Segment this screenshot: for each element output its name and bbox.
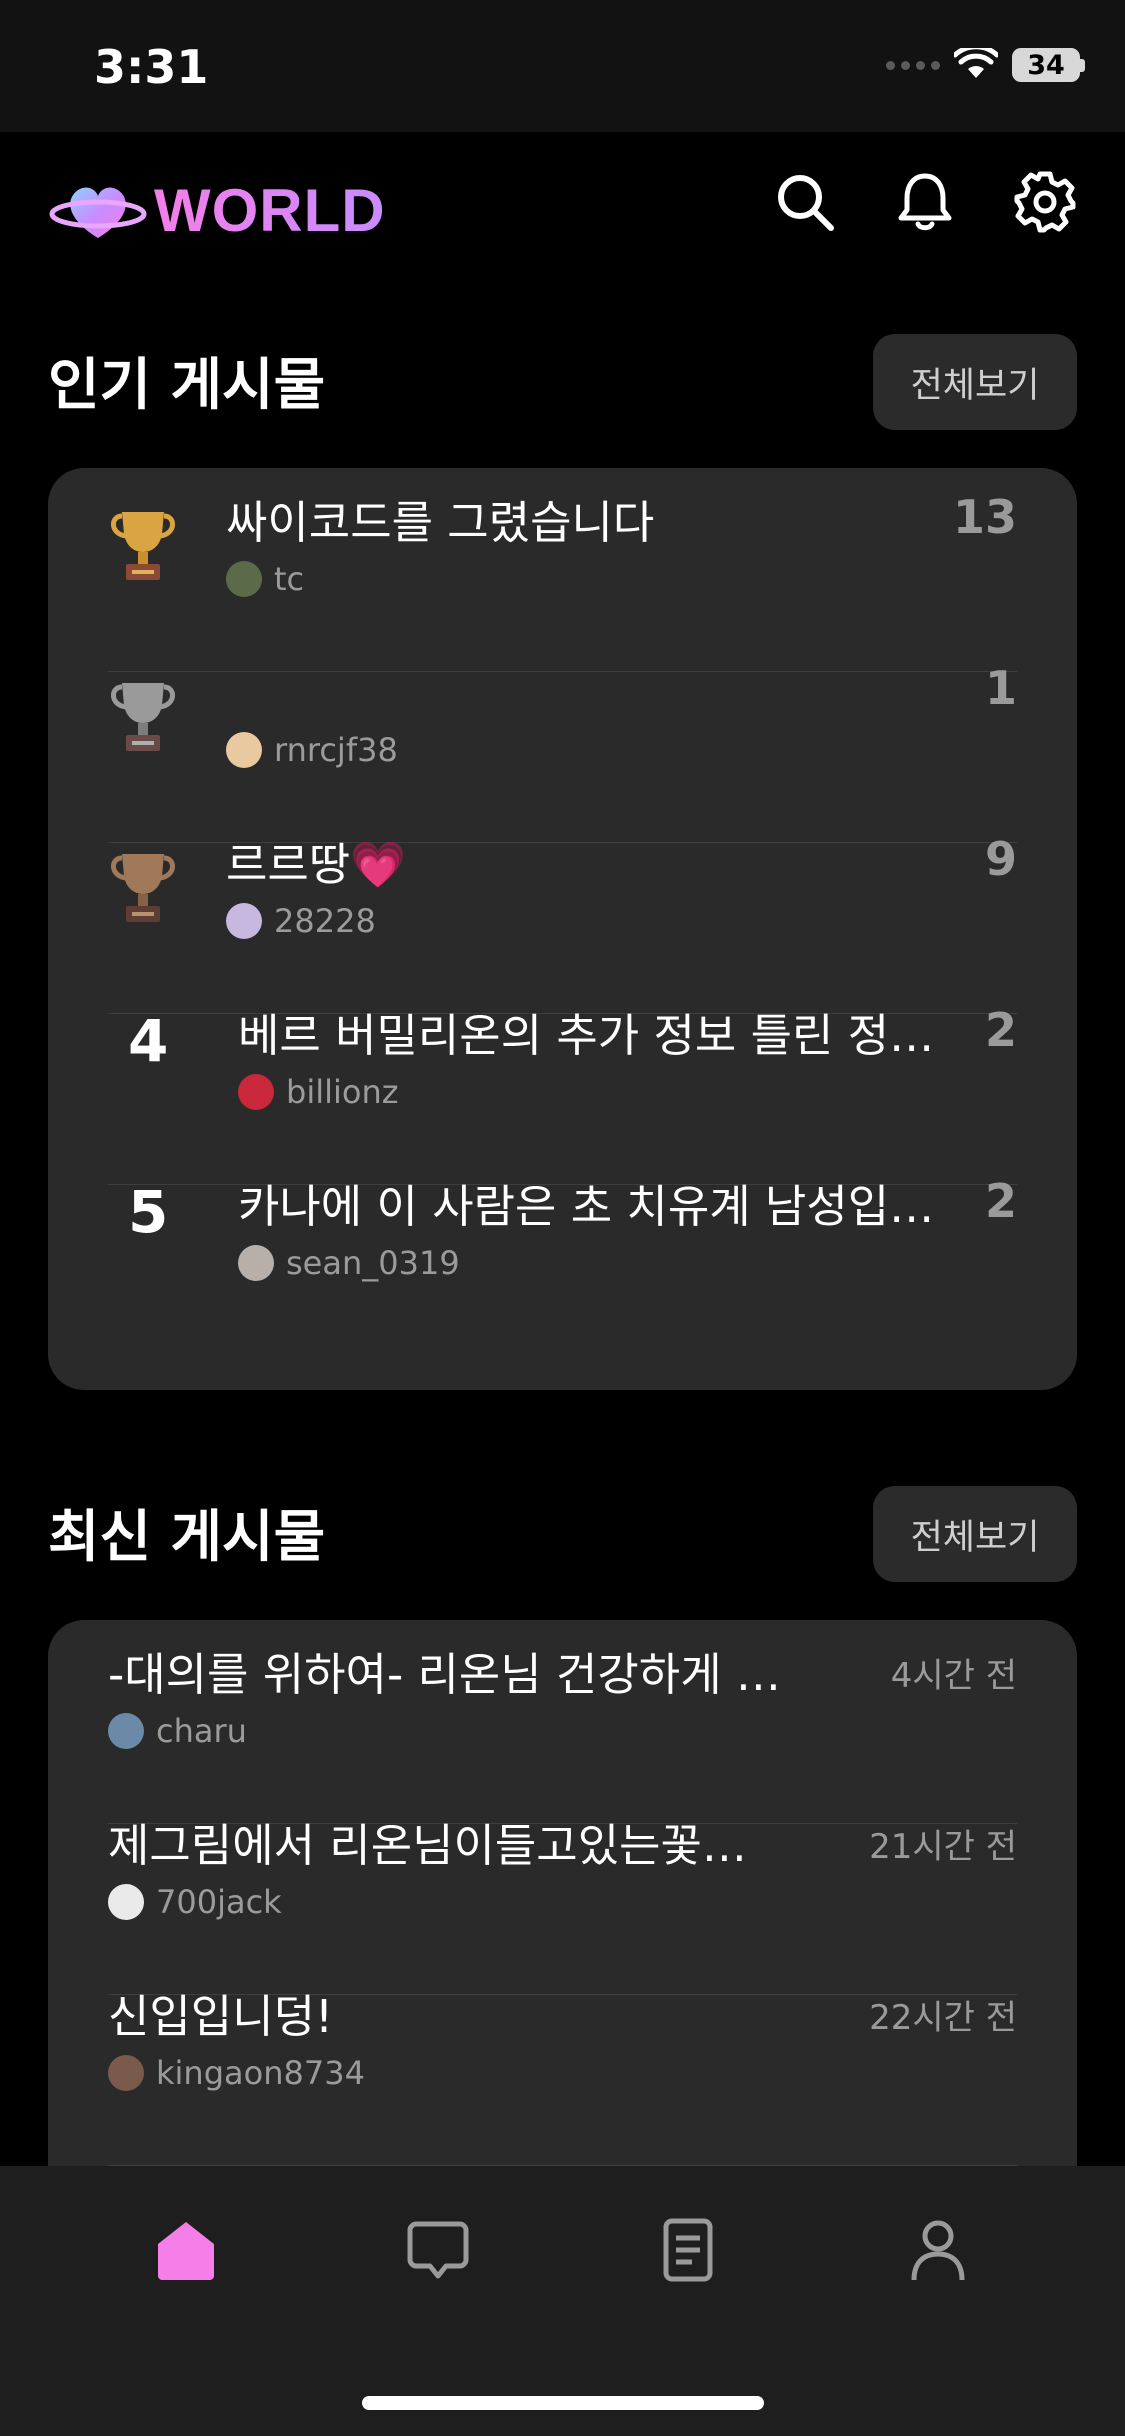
rank-number: 5 — [128, 1178, 169, 1246]
recent-section-title: 최신 게시물 — [48, 1505, 326, 1570]
silver-trophy-icon — [111, 683, 175, 751]
chat-icon[interactable] — [406, 2218, 470, 2282]
post-time: 4시간 전 — [890, 1656, 1017, 1696]
author-name: sean_0319 — [286, 1244, 460, 1282]
post-count: 2 — [984, 1174, 1017, 1228]
post-title: 제그림에서 리온님이들고있는꽃… — [108, 1819, 747, 1872]
bell-icon[interactable] — [893, 170, 957, 234]
avatar — [226, 732, 262, 768]
author-name: 700jack — [156, 1883, 282, 1921]
author-name: tc — [274, 560, 305, 598]
popular-post-row[interactable]: rnrcjf38 1 — [108, 639, 1017, 810]
post-count: 13 — [952, 490, 1017, 544]
profile-icon[interactable] — [906, 2218, 970, 2282]
bronze-trophy-icon — [111, 854, 175, 922]
gear-icon[interactable] — [1013, 170, 1077, 234]
home-indicator — [362, 2396, 764, 2410]
recent-see-all-button[interactable]: 전체보기 — [873, 1486, 1077, 1582]
post-count: 2 — [984, 1003, 1017, 1057]
battery-indicator: 34 — [1012, 48, 1080, 82]
popular-posts-card: 싸이코드를 그렸습니다 tc 13 rnrcjf38 1 르르땅💗 28228 … — [48, 468, 1077, 1390]
post-count: 9 — [984, 832, 1017, 886]
planet-heart-icon — [49, 187, 147, 238]
post-title: 베르 버밀리온의 추가 정보 틀린 정… — [238, 1009, 935, 1062]
wifi-icon — [954, 48, 998, 78]
popular-section-title: 인기 게시물 — [48, 353, 326, 418]
gold-trophy-icon — [111, 512, 175, 580]
post-author: billionz — [238, 1073, 399, 1111]
popular-post-row[interactable]: 싸이코드를 그렸습니다 tc 13 — [108, 468, 1017, 639]
author-name: kingaon8734 — [156, 2054, 365, 2092]
status-indicators: 34 — [886, 48, 1085, 82]
post-title: 카나에 이 사람은 초 치유계 남성입… — [238, 1180, 935, 1233]
post-author: rnrcjf38 — [226, 731, 398, 769]
post-author: charu — [108, 1712, 247, 1750]
post-title: -대의를 위하여- 리온님 건강하게 … — [108, 1648, 781, 1701]
battery-tip — [1080, 58, 1085, 72]
author-name: charu — [156, 1712, 247, 1750]
post-author: tc — [226, 560, 304, 598]
status-time: 3:31 — [94, 40, 209, 94]
post-author: kingaon8734 — [108, 2054, 365, 2092]
post-author: 700jack — [108, 1883, 282, 1921]
popular-post-row[interactable]: 르르땅💗 28228 9 — [108, 810, 1017, 981]
logo-text: WORLD — [154, 176, 386, 244]
author-name: billionz — [286, 1073, 399, 1111]
post-author: sean_0319 — [238, 1244, 460, 1282]
avatar — [226, 561, 262, 597]
post-count: 1 — [984, 661, 1017, 715]
author-name: 28228 — [274, 902, 376, 940]
post-title: 신입입니덩! — [108, 1990, 334, 2043]
author-name: rnrcjf38 — [274, 731, 398, 769]
recent-post-row[interactable]: -대의를 위하여- 리온님 건강하게 … charu 4시간 전 — [108, 1620, 1017, 1791]
recent-post-row[interactable]: 신입입니덩! kingaon8734 22시간 전 — [108, 1962, 1017, 2133]
avatar — [108, 1713, 144, 1749]
post-title: 싸이코드를 그렸습니다 — [226, 496, 655, 549]
home-icon[interactable] — [154, 2218, 218, 2282]
avatar — [108, 1884, 144, 1920]
post-time: 21시간 전 — [869, 1827, 1017, 1867]
avatar — [226, 903, 262, 939]
popular-see-all-button[interactable]: 전체보기 — [873, 334, 1077, 430]
app-logo[interactable]: WORLD — [48, 172, 386, 248]
recent-post-row[interactable]: 제그림에서 리온님이들고있는꽃… 700jack 21시간 전 — [108, 1791, 1017, 1962]
post-time: 22시간 전 — [869, 1998, 1017, 2038]
post-author: 28228 — [226, 902, 376, 940]
avatar — [238, 1074, 274, 1110]
post-title: 르르땅💗 — [226, 838, 407, 891]
cellular-signal-icon — [886, 60, 940, 70]
header-actions — [773, 170, 1077, 234]
avatar — [108, 2055, 144, 2091]
status-bar: 3:31 34 — [0, 0, 1125, 132]
popular-post-row[interactable]: 5 카나에 이 사람은 초 치유계 남성입… sean_0319 2 — [108, 1152, 1017, 1323]
rank-number: 4 — [128, 1007, 169, 1075]
avatar — [238, 1245, 274, 1281]
popular-post-row[interactable]: 4 베르 버밀리온의 추가 정보 틀린 정… billionz 2 — [108, 981, 1017, 1152]
search-icon[interactable] — [773, 170, 837, 234]
app-header: WORLD — [0, 132, 1125, 282]
document-icon[interactable] — [656, 2218, 720, 2282]
